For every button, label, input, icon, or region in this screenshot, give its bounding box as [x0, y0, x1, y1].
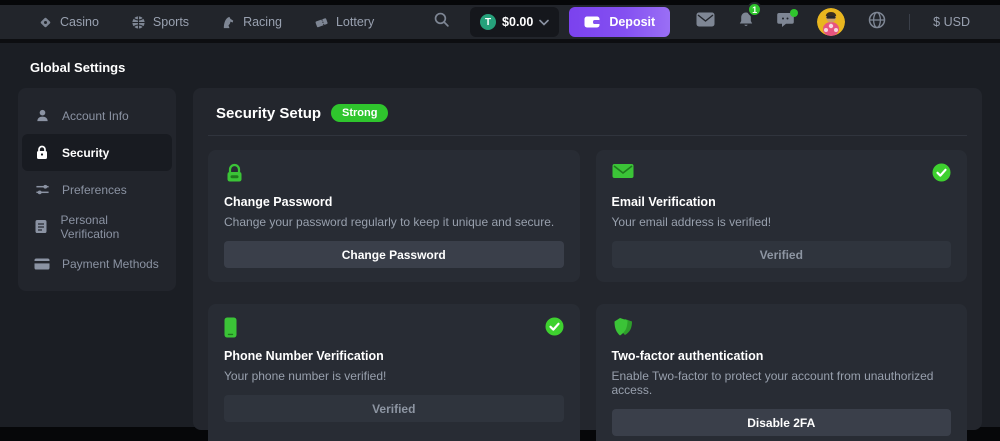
sidebar-item-label: Preferences — [62, 183, 127, 197]
topbar: Casino Sports Racing Lottery — [0, 5, 1000, 43]
notification-count-badge: 1 — [747, 2, 762, 17]
nav-label: Lottery — [336, 15, 374, 29]
change-password-button[interactable]: Change Password — [224, 241, 564, 268]
card-title: Change Password — [224, 195, 564, 209]
nav-label: Sports — [153, 15, 189, 29]
wallet-icon — [584, 15, 601, 29]
nav-item-racing[interactable]: Racing — [213, 9, 290, 36]
security-cards-grid: Change Password Change your password reg… — [208, 150, 967, 441]
lottery-icon — [314, 15, 329, 30]
currency-selector[interactable]: $ USD — [933, 15, 970, 29]
user-avatar[interactable] — [817, 8, 845, 36]
casino-icon — [38, 15, 53, 30]
nav-label: Casino — [60, 15, 99, 29]
lock-icon — [34, 145, 50, 160]
mail-icon[interactable] — [696, 12, 715, 32]
panel-title: Security Setup — [216, 105, 321, 122]
globe-language-icon[interactable] — [868, 11, 886, 34]
sidebar-item-security[interactable]: Security — [22, 134, 172, 171]
nav-item-casino[interactable]: Casino — [30, 9, 107, 36]
verified-check-icon — [545, 317, 564, 336]
notifications-bell-icon[interactable]: 1 — [738, 11, 754, 33]
racing-icon — [221, 15, 236, 30]
card-title: Email Verification — [612, 195, 952, 209]
topbar-right: T $0.00 Deposit 1 — [429, 7, 970, 37]
primary-nav: Casino Sports Racing Lottery — [30, 9, 382, 36]
deposit-button[interactable]: Deposit — [569, 7, 670, 37]
card-title: Phone Number Verification — [224, 349, 564, 363]
chat-icon[interactable] — [777, 12, 794, 33]
padlock-icon — [224, 163, 245, 184]
card-description: Change your password regularly to keep i… — [224, 215, 564, 229]
topbar-divider — [909, 14, 910, 30]
sidebar-item-label: Account Info — [62, 109, 129, 123]
page-title: Global Settings — [18, 43, 982, 88]
card-description: Your phone number is verified! — [224, 369, 564, 383]
balance-amount: $0.00 — [502, 15, 533, 29]
sidebar-item-personal-verification[interactable]: Personal Verification — [22, 208, 172, 245]
phone-icon — [224, 317, 237, 338]
phone-verified-button: Verified — [224, 395, 564, 422]
nav-item-sports[interactable]: Sports — [123, 9, 197, 36]
deposit-label: Deposit — [609, 15, 655, 29]
credit-card-icon — [34, 258, 50, 270]
content-area: Global Settings Account Info Security — [0, 43, 1000, 427]
nav-item-lottery[interactable]: Lottery — [306, 9, 382, 36]
user-icon — [34, 108, 50, 123]
tether-coin-icon: T — [480, 14, 496, 30]
sidebar-item-label: Payment Methods — [62, 257, 159, 271]
shield-icon — [612, 317, 634, 338]
card-description: Your email address is verified! — [612, 215, 952, 229]
nav-label: Racing — [243, 15, 282, 29]
app-window: Casino Sports Racing Lottery — [0, 0, 1000, 441]
balance-selector[interactable]: T $0.00 — [470, 7, 559, 37]
sidebar-item-label: Personal Verification — [61, 213, 160, 241]
sports-icon — [131, 15, 146, 30]
sidebar-item-payment-methods[interactable]: Payment Methods — [22, 245, 172, 282]
email-verification-card: Email Verification Your email address is… — [596, 150, 968, 282]
id-document-icon — [34, 219, 49, 234]
security-strength-badge: Strong — [331, 104, 388, 122]
email-verified-button: Verified — [612, 241, 952, 268]
search-icon[interactable] — [429, 7, 454, 37]
sliders-icon — [34, 182, 50, 197]
phone-verification-card: Phone Number Verification Your phone num… — [208, 304, 580, 441]
two-factor-card: Two-factor authentication Enable Two-fac… — [596, 304, 968, 441]
security-setup-panel: Security Setup Strong Change Password Ch… — [193, 88, 982, 430]
change-password-card: Change Password Change your password reg… — [208, 150, 580, 282]
chat-online-dot — [790, 9, 798, 17]
sidebar-item-label: Security — [62, 146, 109, 160]
card-description: Enable Two-factor to protect your accoun… — [612, 369, 952, 397]
panel-divider — [208, 135, 967, 136]
envelope-icon — [612, 163, 634, 179]
sidebar-item-preferences[interactable]: Preferences — [22, 171, 172, 208]
chevron-down-icon — [539, 19, 549, 26]
topbar-icon-cluster: 1 $ USD — [696, 8, 970, 36]
card-title: Two-factor authentication — [612, 349, 952, 363]
currency-label: $ USD — [933, 15, 970, 29]
verified-check-icon — [932, 163, 951, 182]
settings-sidebar: Account Info Security Preferences — [18, 88, 176, 291]
disable-2fa-button[interactable]: Disable 2FA — [612, 409, 952, 436]
sidebar-item-account-info[interactable]: Account Info — [22, 97, 172, 134]
